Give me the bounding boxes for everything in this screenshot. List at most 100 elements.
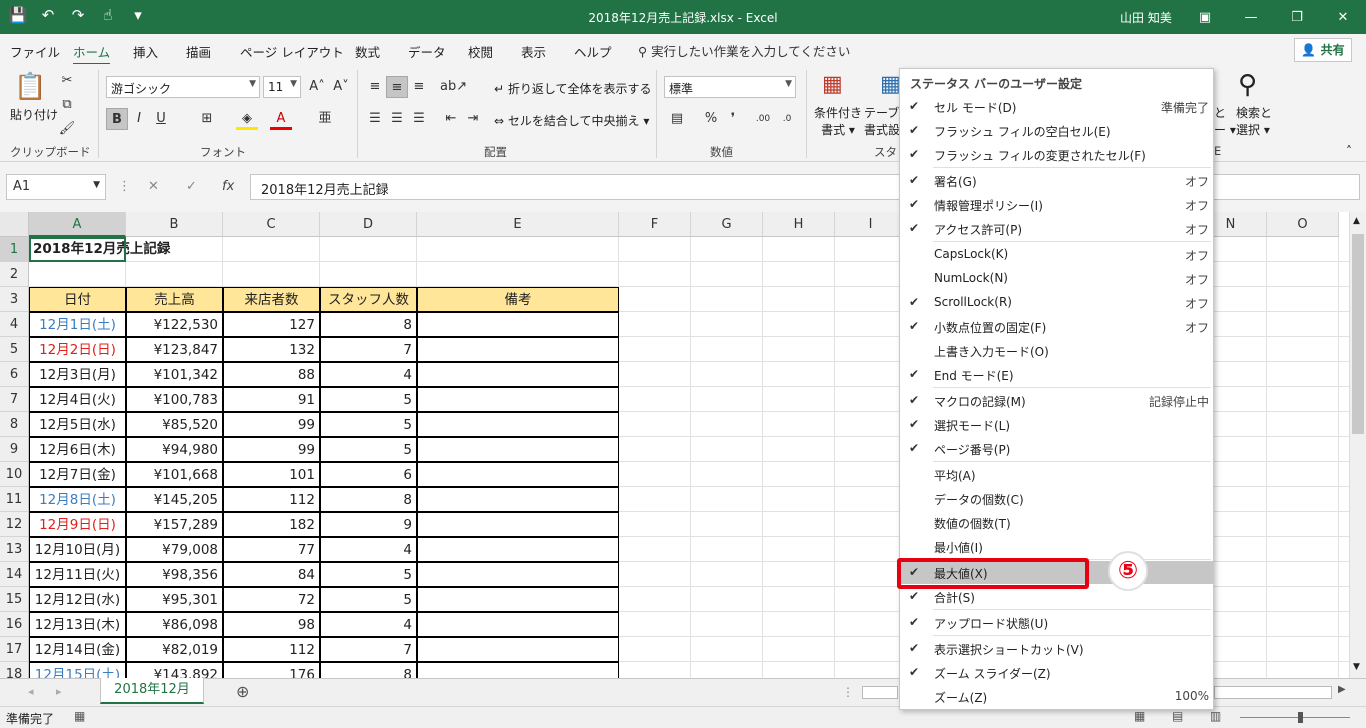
sales-cell[interactable]: ¥82,019 [126,637,223,662]
staff-cell[interactable]: 7 [320,337,417,362]
visitors-cell[interactable]: 84 [223,562,320,587]
tab-draw[interactable]: 描画 [186,42,211,61]
menu-item[interactable]: CapsLock(K) オフ [901,243,1213,266]
sales-cell[interactable]: ¥95,301 [126,587,223,612]
column-header-b[interactable]: B [126,212,223,237]
row-header-16[interactable]: 16 [0,612,29,637]
notes-cell[interactable] [417,662,619,678]
close-icon[interactable]: ✕ [1320,0,1366,34]
wrap-text-button[interactable]: ↵ 折り返して全体を表示する [494,80,652,97]
page-layout-view-icon[interactable]: ▤ [1172,709,1183,723]
date-cell[interactable]: 12月4日(火) [29,387,126,412]
font-size-combo[interactable]: 11 ▼ [263,76,301,98]
notes-cell[interactable] [417,587,619,612]
visitors-cell[interactable]: 99 [223,412,320,437]
sales-cell[interactable]: ¥123,847 [126,337,223,362]
visitors-cell[interactable]: 127 [223,312,320,337]
horizontal-scrollbar-right[interactable] [1214,686,1332,699]
paste-button[interactable]: 貼り付け [10,106,58,123]
menu-item[interactable]: ✔ セル モード(D) 準備完了 [901,95,1213,118]
menu-item[interactable]: ✔ フラッシュ フィルの空白セル(E) [901,119,1213,142]
tell-me-box[interactable]: ⚲ 実行したい作業を入力してください [638,41,850,60]
menu-item[interactable]: ✔ 選択モード(L) [901,413,1213,436]
date-cell[interactable]: 12月5日(水) [29,412,126,437]
tab-insert[interactable]: 挿入 [133,42,158,61]
sales-cell[interactable]: ¥143,892 [126,662,223,678]
menu-item[interactable]: ✔ 表示選択ショートカット(V) [901,637,1213,660]
macro-record-icon[interactable]: ▦ [74,709,85,723]
visitors-cell[interactable]: 99 [223,437,320,462]
align-top-icon[interactable]: ≡ [364,76,386,98]
minimize-icon[interactable]: — [1228,0,1274,34]
date-cell[interactable]: 12月3日(月) [29,362,126,387]
staff-cell[interactable]: 8 [320,312,417,337]
staff-cell[interactable]: 8 [320,662,417,678]
visitors-cell[interactable]: 72 [223,587,320,612]
column-header-o[interactable]: O [1267,212,1339,237]
row-header-10[interactable]: 10 [0,462,29,487]
find-select-icon[interactable]: ⚲ [1238,70,1257,100]
menu-item[interactable]: NumLock(N) オフ [901,267,1213,290]
visitors-cell[interactable]: 77 [223,537,320,562]
tab-home[interactable]: ホーム [73,42,111,65]
underline-icon[interactable]: U [150,108,172,130]
row-header-3[interactable]: 3 [0,287,29,312]
notes-cell[interactable] [417,312,619,337]
row-header-6[interactable]: 6 [0,362,29,387]
insert-function-icon[interactable]: fx [222,179,234,194]
tab-review[interactable]: 校閲 [468,42,493,61]
notes-cell[interactable] [417,487,619,512]
row-header-17[interactable]: 17 [0,637,29,662]
find-select-button[interactable]: 検索と 選択 ▾ [1236,104,1272,138]
menu-item[interactable]: ズーム(Z) 100% [901,685,1213,708]
align-left-icon[interactable]: ☰ [364,108,386,130]
tab-view[interactable]: 表示 [521,42,546,61]
date-cell[interactable]: 12月6日(木) [29,437,126,462]
row-header-9[interactable]: 9 [0,437,29,462]
split-handle-icon[interactable]: ⋮ [842,685,854,699]
merge-center-button[interactable]: ⇔ セルを結合して中央揃え ▾ [494,112,649,129]
sales-cell[interactable]: ¥122,530 [126,312,223,337]
cancel-icon[interactable]: ✕ [148,179,159,194]
grow-font-icon[interactable]: A˄ [306,76,328,98]
sheet-tab[interactable]: 2018年12月 [100,678,204,704]
date-cell[interactable]: 12月13日(木) [29,612,126,637]
date-cell[interactable]: 12月1日(土) [29,312,126,337]
sales-cell[interactable]: ¥94,980 [126,437,223,462]
staff-cell[interactable]: 4 [320,612,417,637]
column-header-f[interactable]: F [619,212,691,237]
prev-sheet-icon[interactable]: ◂ [28,685,34,698]
visitors-cell[interactable]: 88 [223,362,320,387]
conditional-format-icon[interactable]: ▦ [822,72,843,97]
collapse-ribbon-icon[interactable]: ˄ [1346,144,1352,158]
decrease-indent-icon[interactable]: ⇤ [440,108,462,130]
comma-style-icon[interactable]: ❜ [722,108,744,130]
column-header-e[interactable]: E [417,212,619,237]
table-header-cell[interactable]: 売上高 [126,287,223,312]
visitors-cell[interactable]: 98 [223,612,320,637]
row-header-8[interactable]: 8 [0,412,29,437]
column-header-h[interactable]: H [763,212,835,237]
tab-data[interactable]: データ [408,42,446,61]
zoom-slider[interactable] [1240,717,1350,718]
table-header-cell[interactable]: スタッフ人数 [320,287,417,312]
shrink-font-icon[interactable]: A˅ [330,76,352,98]
date-cell[interactable]: 12月10日(月) [29,537,126,562]
column-header-d[interactable]: D [320,212,417,237]
number-format-combo[interactable]: 標準 ▼ [664,76,796,98]
date-cell[interactable]: 12月14日(金) [29,637,126,662]
notes-cell[interactable] [417,612,619,637]
vertical-scrollbar[interactable]: ▲ ▼ [1349,212,1366,678]
sales-cell[interactable]: ¥79,008 [126,537,223,562]
staff-cell[interactable]: 4 [320,362,417,387]
row-header-1[interactable]: 1 [0,237,29,262]
row-header-13[interactable]: 13 [0,537,29,562]
zoom-slider-thumb[interactable] [1298,712,1303,723]
date-cell[interactable]: 12月15日(土) [29,662,126,678]
bold-icon[interactable]: B [106,108,128,130]
sales-cell[interactable]: ¥86,098 [126,612,223,637]
notes-cell[interactable] [417,512,619,537]
align-bottom-icon[interactable]: ≡ [408,76,430,98]
column-header-i[interactable]: I [835,212,907,237]
fill-color-icon[interactable]: ◈ [236,108,258,130]
